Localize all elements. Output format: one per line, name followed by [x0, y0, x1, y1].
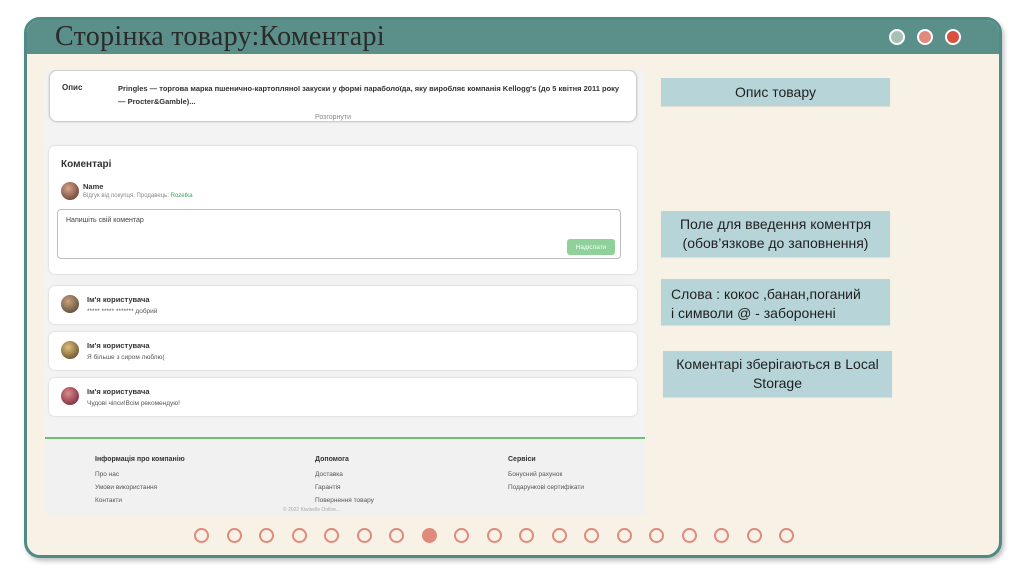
slide-frame: Сторінка товару:Коментарі Опис Pringles … — [24, 17, 1002, 558]
description-card: Опис Pringles — торгова марка пшенично-к… — [49, 70, 637, 122]
footer-link-terms[interactable]: Умови використання — [95, 484, 185, 491]
footer-copyright: © 2022 Kiwiselle Online... — [283, 507, 341, 513]
page-dot-1[interactable] — [194, 528, 209, 543]
window-dots — [889, 29, 961, 45]
page-dot-6[interactable] — [356, 528, 372, 543]
footer-heading: Допомога — [315, 456, 349, 463]
user-name: Ім'я користувача — [87, 295, 150, 304]
note-description: Опис товару — [661, 78, 890, 106]
site-footer: Інформація про компанію Про нас Умови ви… — [45, 439, 645, 516]
note-forbidden-words-line2: і символи @ - заборонені — [671, 305, 836, 321]
footer-link-gift-cards[interactable]: Подарункові сертифікати — [508, 484, 584, 491]
user-comment-1: Ім'я користувача ***** ***** ******* доб… — [49, 286, 637, 324]
note-forbidden-words: Слова : кокос ,банан,поганий і символи @… — [661, 279, 890, 325]
note-local-storage: Коментарі зберігаються в Local Storage — [663, 351, 892, 397]
footer-col-help: Допомога Доставка Гарантія Повернення то… — [315, 456, 374, 510]
user-avatar — [61, 341, 79, 359]
footer-col-company: Інформація про компанію Про нас Умови ви… — [95, 456, 185, 510]
page-dot-8[interactable] — [421, 528, 437, 543]
user-avatar — [61, 295, 79, 313]
gray-dot-icon[interactable] — [889, 29, 905, 45]
buyer-line: Відгук від покупця. Продавець: Rozetka — [83, 193, 193, 199]
page-dot-11[interactable] — [519, 528, 534, 543]
page-dot-12[interactable] — [551, 528, 567, 543]
footer-link-returns[interactable]: Повернення товару — [315, 497, 374, 504]
page-dot-9[interactable] — [454, 528, 469, 543]
footer-col-services: Сервіси Бонусний рахунок Подарункові сер… — [508, 456, 584, 497]
comment-input-placeholder: Напишіть свій коментар — [66, 217, 144, 224]
page-dot-14[interactable] — [616, 528, 632, 543]
user-comment-3: Ім'я користувача Чудові чіпси!Всім реком… — [49, 378, 637, 416]
note-input-field: Поле для введення коментря (обов’язкове … — [661, 211, 890, 257]
slide-pager — [194, 528, 794, 543]
user-comment-text: Я більше з сиром люблю( — [87, 354, 165, 361]
user-avatar — [61, 387, 79, 405]
footer-link-delivery[interactable]: Доставка — [315, 471, 374, 478]
footer-heading: Сервіси — [508, 456, 536, 463]
product-page-screenshot: Опис Pringles — торгова марка пшенично-к… — [45, 70, 645, 516]
user-comment-text: ***** ***** ******* добрий — [87, 308, 158, 315]
title-bar: Сторінка товару:Коментарі — [27, 20, 999, 54]
user-comment-text: Чудові чіпси!Всім рекомендую! — [87, 400, 180, 407]
page-dot-5[interactable] — [324, 528, 339, 543]
page-dot-16[interactable] — [681, 528, 697, 543]
page-dot-7[interactable] — [389, 528, 404, 543]
note-forbidden-words-line1: Слова : кокос ,банан,поганий — [671, 286, 861, 302]
page-dot-10[interactable] — [486, 528, 502, 543]
footer-link-bonus[interactable]: Бонусний рахунок — [508, 471, 584, 478]
seller-link[interactable]: Rozetka — [171, 193, 193, 199]
comments-heading: Коментарі — [61, 159, 112, 170]
red-dot-icon[interactable] — [945, 29, 961, 45]
page-dot-4[interactable] — [291, 528, 307, 543]
buyer-prefix: Відгук від покупця. Продавець: — [83, 193, 169, 199]
page-dot-2[interactable] — [226, 528, 242, 543]
page-dot-17[interactable] — [714, 528, 729, 543]
page-dot-18[interactable] — [746, 528, 762, 543]
description-label: Опис — [62, 83, 83, 92]
page-dot-13[interactable] — [584, 528, 599, 543]
expand-link[interactable]: Розгорнути — [315, 114, 351, 121]
page-dot-19[interactable] — [779, 528, 794, 543]
footer-link-warranty[interactable]: Гарантія — [315, 484, 374, 491]
footer-link-about[interactable]: Про нас — [95, 471, 185, 478]
page-dot-15[interactable] — [649, 528, 664, 543]
user-comment-2: Ім'я користувача Я більше з сиром люблю( — [49, 332, 637, 370]
page-dot-3[interactable] — [259, 528, 274, 543]
slide-title: Сторінка товару:Коментарі — [55, 21, 385, 52]
user-name: Ім'я користувача — [87, 341, 150, 350]
footer-link-contacts[interactable]: Контакти — [95, 497, 185, 504]
footer-heading: Інформація про компанію — [95, 456, 185, 463]
send-button[interactable]: Надіслати — [567, 239, 615, 255]
author-avatar — [61, 182, 79, 200]
author-name: Name — [83, 182, 104, 191]
comment-input[interactable]: Напишіть свій коментар Надіслати — [57, 209, 621, 259]
user-name: Ім'я користувача — [87, 387, 150, 396]
coral-dot-icon[interactable] — [917, 29, 933, 45]
description-text: Pringles — торгова марка пшенично-картоп… — [118, 84, 620, 106]
